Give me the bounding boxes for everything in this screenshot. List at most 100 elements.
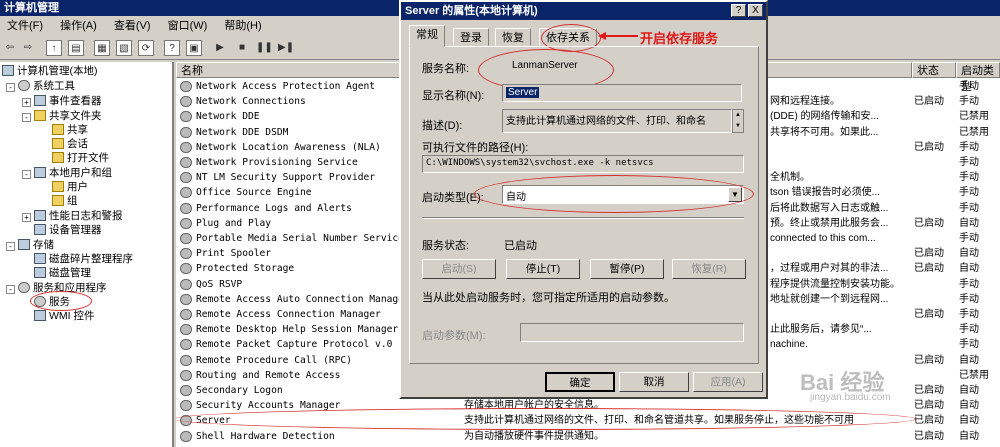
service-description-tail: 预。终止或禁用此服务会... xyxy=(770,217,889,229)
description-field[interactable]: 支持此计算机通过网络的文件、打印、和命名 xyxy=(502,109,732,133)
service-status: 已启动 xyxy=(914,263,944,275)
column-status[interactable]: 状态 xyxy=(912,62,956,78)
service-gear-icon xyxy=(180,248,192,260)
device-manager-icon xyxy=(34,224,46,235)
service-name: Print Spooler xyxy=(196,248,272,260)
cancel-button[interactable]: 取消 xyxy=(619,372,689,392)
collapse-icon[interactable]: - xyxy=(6,242,15,251)
tree-defrag[interactable]: 磁盘碎片整理程序 xyxy=(34,252,133,266)
service-name: Remote Desktop Help Session Manager xyxy=(196,324,399,336)
display-name-field[interactable]: Server xyxy=(502,84,742,102)
service-gear-icon xyxy=(180,141,192,153)
dialog-title: Server 的属性(本地计算机) xyxy=(401,2,766,20)
service-startup-type: 自动 xyxy=(959,415,979,427)
restart-icon[interactable]: ▶❚ xyxy=(278,40,294,56)
start-button[interactable]: 启动(S) xyxy=(422,259,496,279)
tree-device-manager[interactable]: 设备管理器 xyxy=(34,223,102,237)
forward-icon[interactable]: ⇨ xyxy=(20,40,36,56)
computer-icon xyxy=(2,65,14,76)
tree-storage[interactable]: 存储 xyxy=(18,238,54,252)
tree-toggle-icon[interactable]: ▤ xyxy=(68,40,84,56)
tree-wmi[interactable]: WMI 控件 xyxy=(34,309,95,323)
service-startup-type: 自动 xyxy=(959,400,979,412)
service-startup-type: 手动 xyxy=(959,157,979,168)
service-description-tail: 共享将不可用。如果此... xyxy=(770,126,879,138)
chevron-down-icon[interactable]: ▼ xyxy=(728,187,742,202)
service-gear-icon xyxy=(180,233,192,244)
service-name: Server xyxy=(196,415,231,427)
column-startup[interactable]: 启动类型 xyxy=(956,62,1000,93)
expand-icon[interactable]: + xyxy=(22,98,31,107)
service-startup-type: 手动 xyxy=(959,172,979,184)
service-gear-icon xyxy=(180,96,192,108)
tree-local-users[interactable]: 本地用户和组 xyxy=(34,166,112,180)
tree-root[interactable]: 计算机管理(本地) xyxy=(2,64,98,78)
ok-button[interactable]: 确定 xyxy=(545,372,615,392)
tree-event-viewer[interactable]: 事件查看器 xyxy=(34,94,102,108)
table-row[interactable]: Shell Hardware Detection 为自动播放硬件事件提供通知。 已启… xyxy=(176,429,1000,444)
table-row[interactable]: Server 支持此计算机通过网络的文件、打印、和命名管道共享。如果服务停止，这些… xyxy=(176,413,1000,428)
help-icon[interactable]: ? xyxy=(164,40,180,56)
service-status: 已启动 xyxy=(914,309,944,320)
collapse-icon[interactable]: - xyxy=(22,170,31,179)
disk-icon xyxy=(34,267,46,278)
tree-groups[interactable]: 组 xyxy=(52,194,78,208)
tab-logon[interactable]: 登录 xyxy=(453,28,489,46)
up-folder-icon[interactable]: ↑ xyxy=(46,40,62,56)
pause-button[interactable]: 暂停(P) xyxy=(590,259,664,279)
properties-icon[interactable]: ▦ xyxy=(94,40,110,56)
refresh-icon[interactable]: ⟳ xyxy=(138,40,154,56)
start-params-input[interactable] xyxy=(520,323,744,342)
service-gear-icon xyxy=(180,339,192,351)
pause-icon[interactable]: ❚❚ xyxy=(256,40,273,56)
console-icon[interactable]: ▣ xyxy=(186,40,202,56)
menu-action[interactable]: 操作(A) xyxy=(53,16,104,36)
tree-open-files[interactable]: 打开文件 xyxy=(52,151,109,165)
service-gear-icon xyxy=(180,157,192,168)
startup-type-select[interactable]: 自动 xyxy=(502,185,744,204)
tree-services-apps[interactable]: 服务和应用程序 xyxy=(18,281,107,295)
menu-file[interactable]: 文件(F) xyxy=(0,16,50,36)
service-status: 已启动 xyxy=(914,96,944,108)
console-tree: 计算机管理(本地) - 系统工具 + 事件查看器 - 共享文件夹 共享 会话 打… xyxy=(0,62,174,447)
export-icon[interactable]: ▧ xyxy=(116,40,132,56)
apply-button[interactable]: 应用(A) xyxy=(693,372,763,392)
tree-shared-folders[interactable]: 共享文件夹 xyxy=(34,109,102,123)
service-description-tail: connected to this com... xyxy=(770,233,876,244)
stop-icon[interactable]: ■ xyxy=(234,40,250,56)
service-status: 已启动 xyxy=(914,400,944,412)
tab-general[interactable]: 常规 xyxy=(409,25,445,47)
menu-help[interactable]: 帮助(H) xyxy=(217,16,268,36)
tree-perf-logs[interactable]: 性能日志和警报 xyxy=(34,209,123,223)
back-icon[interactable]: ⇦ xyxy=(2,40,18,56)
service-description-tail: (DDE) 的网络传输和安... xyxy=(770,111,879,123)
service-name: Network DDE DSDM xyxy=(196,126,289,138)
collapse-icon[interactable]: - xyxy=(22,113,31,122)
tree-users[interactable]: 用户 xyxy=(52,180,88,194)
tab-dependencies[interactable]: 依存关系 xyxy=(539,28,597,46)
tree-disk-mgmt[interactable]: 磁盘管理 xyxy=(34,266,91,280)
tree-shares[interactable]: 共享 xyxy=(52,123,88,137)
service-name: QoS RSVP xyxy=(196,278,243,290)
tree-sessions[interactable]: 会话 xyxy=(52,137,88,151)
expand-icon[interactable]: + xyxy=(22,213,31,222)
help-button[interactable]: ? xyxy=(731,4,746,17)
collapse-icon[interactable]: - xyxy=(6,83,15,92)
collapse-icon[interactable]: - xyxy=(6,285,15,294)
menu-view[interactable]: 查看(V) xyxy=(107,16,158,36)
service-description-tail: 程序提供流量控制安装功能。 xyxy=(770,278,900,290)
service-name: Routing and Remote Access xyxy=(196,369,341,381)
description-scrollbar[interactable]: ▲ ▼ xyxy=(732,109,744,133)
properties-dialog: Server 的属性(本地计算机) ? X 常规 登录 恢复 依存关系 服务名称… xyxy=(399,0,768,399)
tab-recovery[interactable]: 恢复 xyxy=(495,28,531,46)
service-gear-icon xyxy=(180,400,192,412)
service-description-tail: ，过程或用户对其的非法... xyxy=(770,263,889,275)
resume-button[interactable]: 恢复(R) xyxy=(672,259,746,279)
play-icon[interactable]: ▶ xyxy=(212,40,228,56)
menu-window[interactable]: 窗口(W) xyxy=(161,16,215,36)
tree-system-tools[interactable]: 系统工具 xyxy=(18,79,75,93)
tree-services[interactable]: 服务 xyxy=(34,295,70,309)
close-button[interactable]: X xyxy=(748,4,763,17)
stop-button[interactable]: 停止(T) xyxy=(506,259,580,279)
service-startup-type: 手动 xyxy=(959,278,979,290)
